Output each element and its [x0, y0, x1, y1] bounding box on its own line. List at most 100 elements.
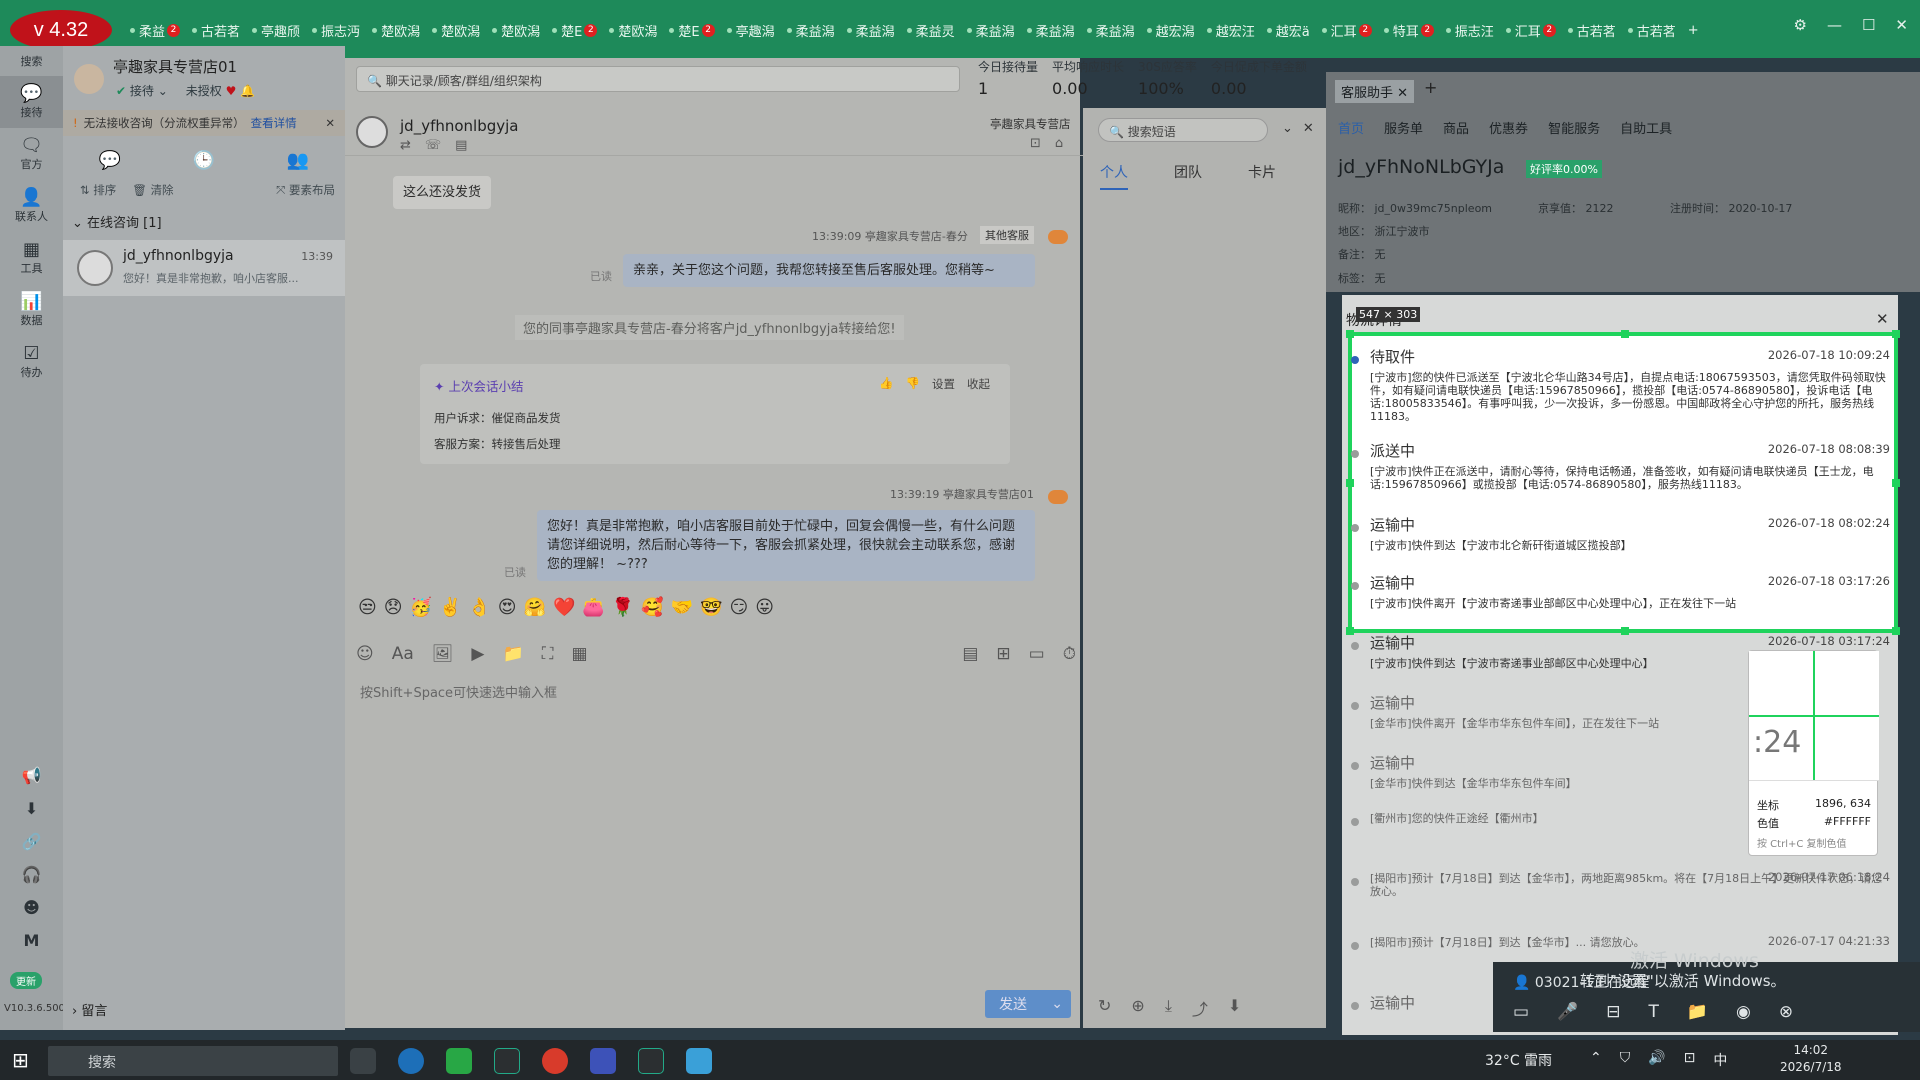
- link-icon[interactable]: 🔗: [22, 832, 42, 851]
- top-tab[interactable]: 楚欧潟: [366, 18, 426, 42]
- emoji-option[interactable]: 😒: [358, 597, 377, 618]
- emoji-option[interactable]: 🌹: [612, 597, 634, 618]
- emoji-option[interactable]: 😛: [755, 597, 774, 618]
- tab-team[interactable]: 团队: [1174, 162, 1202, 190]
- add-tab-icon[interactable]: +: [1682, 18, 1705, 42]
- close-icon[interactable]: ✕: [325, 116, 335, 130]
- chevron-up-icon[interactable]: ⌃: [1590, 1050, 1602, 1070]
- chat-search-input[interactable]: 🔍 聊天记录/顾客/群组/组织架构: [356, 66, 960, 92]
- top-tab[interactable]: 古若茗: [1622, 18, 1682, 42]
- top-tab[interactable]: 楚E 2: [546, 18, 603, 42]
- wechat-icon[interactable]: [446, 1048, 472, 1074]
- text-icon[interactable]: T: [1648, 1002, 1658, 1022]
- mic-icon[interactable]: 🎤: [1557, 1002, 1578, 1022]
- clear-button[interactable]: 🗑 清除: [132, 182, 173, 198]
- taskbar-search[interactable]: 搜索: [48, 1046, 338, 1076]
- emoji-option[interactable]: 😞: [384, 597, 403, 618]
- edge-icon[interactable]: [398, 1048, 424, 1074]
- thumbs-up-icon[interactable]: 👍: [879, 376, 893, 392]
- top-tab[interactable]: 越宏ä: [1261, 18, 1316, 42]
- top-tab[interactable]: 柔益潟: [961, 18, 1021, 42]
- bookmark-icon[interactable]: ⊡: [1030, 136, 1041, 151]
- top-tab[interactable]: 古若茗: [1562, 18, 1622, 42]
- megaphone-icon[interactable]: 📢: [22, 766, 42, 785]
- download-icon[interactable]: ⬇: [25, 799, 38, 818]
- top-tab[interactable]: 汇耳 2: [1500, 18, 1562, 42]
- coupon-icon[interactable]: ⊞: [996, 644, 1010, 664]
- image-icon[interactable]: 🖼: [432, 644, 454, 664]
- transfer-icon[interactable]: ⇄: [400, 138, 411, 153]
- warning-details-link[interactable]: 查看详情: [251, 115, 297, 131]
- folder-icon[interactable]: 📁: [502, 644, 523, 664]
- top-tab[interactable]: 特耳 2: [1378, 18, 1440, 42]
- top-tab[interactable]: 振志汪: [1440, 18, 1500, 42]
- top-tab[interactable]: 楚E 2: [663, 18, 720, 42]
- bag-icon[interactable]: ⌂: [1055, 136, 1063, 151]
- top-tab[interactable]: 亭趣颀: [246, 18, 306, 42]
- top-tab[interactable]: 柔益 2: [124, 18, 186, 42]
- sort-button[interactable]: ⇅ 排序: [80, 182, 116, 198]
- calculator-icon[interactable]: ▦: [572, 644, 588, 664]
- stop-icon[interactable]: ⊗: [1779, 1002, 1793, 1022]
- font-icon[interactable]: Aa: [392, 644, 414, 664]
- close-icon[interactable]: ✕: [1303, 121, 1314, 136]
- rail-item-reception[interactable]: 💬 接待: [0, 76, 63, 128]
- import-icon[interactable]: ⤓: [1165, 996, 1172, 1020]
- resize-handle[interactable]: [1892, 479, 1900, 487]
- emoji-option[interactable]: 🤝: [671, 597, 693, 618]
- crop-icon[interactable]: ⛶: [542, 644, 554, 664]
- taskbar-clock[interactable]: 14:02 2026/7/18: [1780, 1042, 1842, 1076]
- emoji-option[interactable]: 🥰: [641, 597, 663, 618]
- emoji-option[interactable]: 🥳: [410, 597, 432, 618]
- network-icon[interactable]: ⊡: [1684, 1050, 1696, 1070]
- resize-handle[interactable]: [1346, 627, 1354, 635]
- rail-item-data[interactable]: 📊 数据: [0, 284, 63, 336]
- layout-button[interactable]: ⤧ 要素布局: [276, 182, 335, 198]
- emoji-option[interactable]: 👛: [582, 597, 604, 618]
- nav-smart-service[interactable]: 智能服务: [1548, 118, 1600, 137]
- thumbs-down-icon[interactable]: 👎: [906, 376, 920, 392]
- emoji-option[interactable]: 🤗: [524, 597, 546, 618]
- resize-handle[interactable]: [1346, 330, 1354, 338]
- windows-start-icon[interactable]: ⊞: [12, 1048, 29, 1072]
- emoji-option[interactable]: 👌: [468, 597, 490, 618]
- resize-handle[interactable]: [1892, 330, 1900, 338]
- app-icon[interactable]: [542, 1048, 568, 1074]
- user-icon[interactable]: ◉: [1736, 1002, 1751, 1022]
- tab-personal[interactable]: 个人: [1100, 162, 1128, 190]
- close-icon[interactable]: ✕: [1895, 16, 1908, 34]
- emoji-option[interactable]: ✌️: [439, 597, 461, 618]
- tab-assistant[interactable]: 客服助手 ✕: [1335, 80, 1415, 103]
- clock-icon[interactable]: ⏱: [1063, 644, 1076, 664]
- resize-handle[interactable]: [1346, 479, 1354, 487]
- top-tab[interactable]: 古若茗: [186, 18, 246, 42]
- top-tab[interactable]: 楚欧潟: [603, 18, 663, 42]
- emoji-option[interactable]: 😏: [730, 597, 749, 618]
- summary-settings[interactable]: 设置: [932, 376, 955, 392]
- app-icon[interactable]: [494, 1048, 520, 1074]
- close-icon[interactable]: ✕: [1876, 310, 1889, 328]
- shield-icon[interactable]: ⛉: [1620, 1050, 1631, 1070]
- chat-icon[interactable]: ▭: [1513, 1002, 1529, 1022]
- top-tab[interactable]: 柔益灵: [901, 18, 961, 42]
- auth-status[interactable]: 未授权 ♥ 🔔: [186, 82, 255, 99]
- ime-indicator[interactable]: 中: [1713, 1050, 1727, 1070]
- history-tab-icon[interactable]: 🕒: [193, 150, 215, 171]
- chevron-down-icon[interactable]: ⌄: [1051, 996, 1063, 1012]
- chat-tab-icon[interactable]: 💬: [99, 150, 121, 171]
- refresh-icon[interactable]: ↻: [1098, 996, 1111, 1020]
- rail-item-todo[interactable]: ☑ 待办: [0, 336, 63, 388]
- emoji-option[interactable]: 🤓: [700, 597, 722, 618]
- reception-status[interactable]: ✔ 接待 ⌄: [116, 82, 168, 99]
- rail-item-official[interactable]: 🗨 官方: [0, 128, 63, 180]
- add-tab-icon[interactable]: +: [1424, 78, 1437, 97]
- note-icon[interactable]: ▤: [455, 138, 467, 153]
- m-logo-icon[interactable]: M: [24, 931, 40, 950]
- add-icon[interactable]: ⊕: [1131, 996, 1144, 1020]
- nav-coupons[interactable]: 优惠券: [1489, 118, 1528, 137]
- app-icon[interactable]: [590, 1048, 616, 1074]
- top-tab[interactable]: 楚欧潟: [486, 18, 546, 42]
- video-icon[interactable]: ▶: [471, 644, 484, 664]
- top-tab[interactable]: 亭趣潟: [721, 18, 781, 42]
- online-consult-header[interactable]: ⌄ 在线咨询 [1]: [72, 212, 162, 231]
